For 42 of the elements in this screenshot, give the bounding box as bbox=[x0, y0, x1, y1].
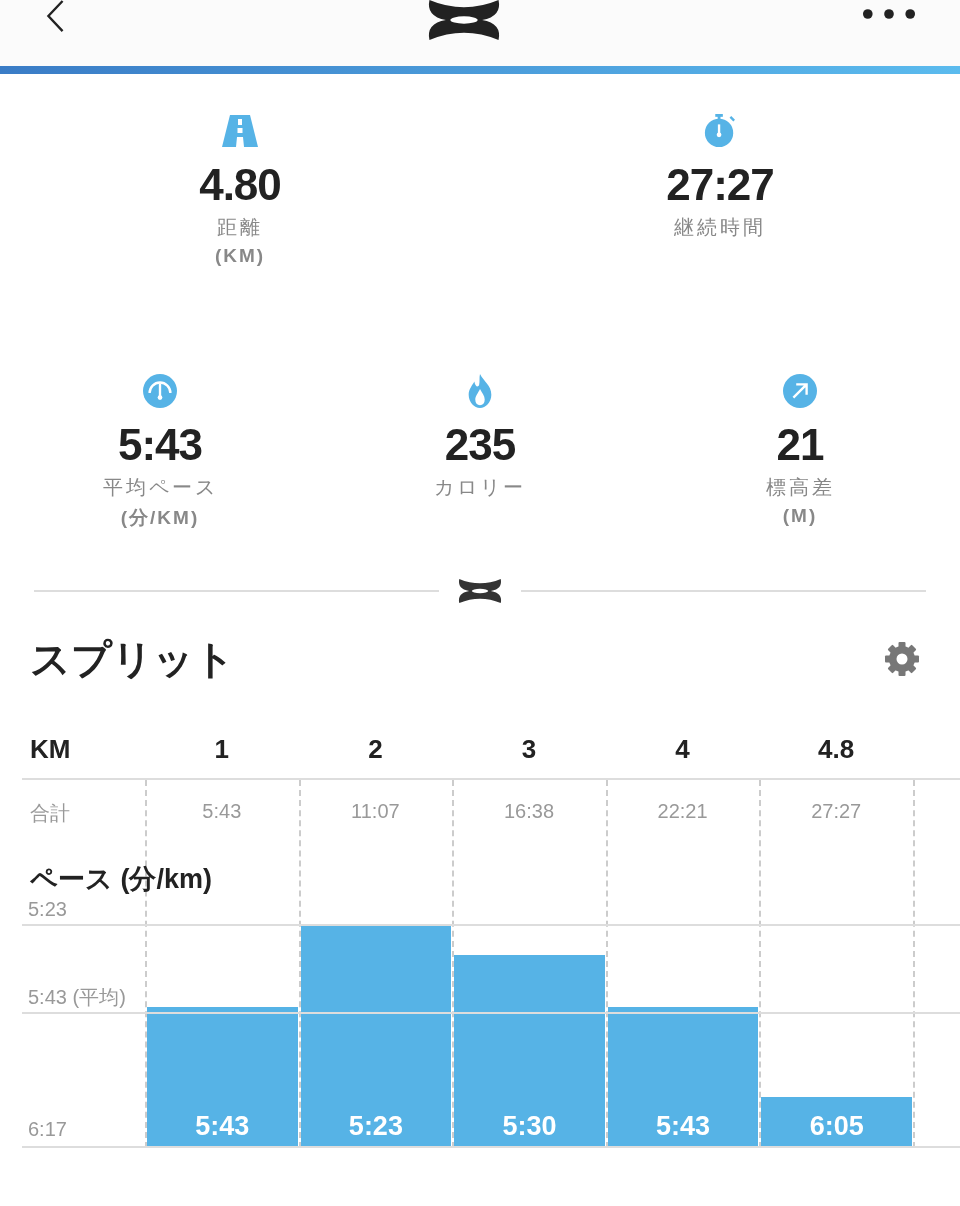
stat-unit: (KM) bbox=[214, 245, 266, 267]
column-header: 4 bbox=[674, 733, 691, 765]
back-icon[interactable] bbox=[44, 0, 66, 34]
settings-icon[interactable] bbox=[884, 641, 920, 677]
axis-label: 6:17 bbox=[28, 1118, 67, 1141]
logo-icon bbox=[457, 579, 503, 603]
road-icon bbox=[222, 114, 258, 148]
chart-title: ペース (分/km) bbox=[30, 864, 212, 894]
table-cell-text: 5:43 bbox=[201, 800, 243, 824]
stat-label: 距離 bbox=[217, 215, 263, 240]
stat-label: 継続時間 bbox=[674, 215, 766, 240]
section-title: スプリット bbox=[30, 635, 235, 683]
column-header: 4.8 bbox=[817, 733, 856, 765]
column-header: 1 bbox=[213, 733, 231, 765]
table-cell-text: 11:07 bbox=[350, 800, 401, 824]
table-cell-text: 27:27 bbox=[810, 800, 863, 824]
table-cell-text: 16:38 bbox=[502, 800, 555, 824]
column-header: 3 bbox=[520, 733, 538, 765]
bar-value: 6:05 bbox=[809, 1111, 864, 1143]
stat-label: カロリー bbox=[434, 475, 526, 500]
axis-label: 5:43 (平均) bbox=[28, 985, 126, 1010]
bar-value: 5:30 bbox=[502, 1111, 557, 1143]
table-cell-text: 22:21 bbox=[656, 800, 709, 824]
bar-value: 5:23 bbox=[348, 1111, 403, 1143]
row-label: 合計 bbox=[29, 801, 71, 826]
column-header: 2 bbox=[367, 733, 384, 765]
stat-value: 5:43 bbox=[117, 420, 203, 470]
bar-value: 5:43 bbox=[195, 1111, 250, 1143]
stat-unit: (M) bbox=[782, 505, 818, 527]
stat-value: 4.80 bbox=[199, 160, 281, 210]
stat-value: 27:27 bbox=[666, 160, 774, 210]
stat-label: 標高差 bbox=[765, 475, 835, 500]
more-icon[interactable] bbox=[862, 8, 916, 20]
axis-label: 5:23 bbox=[28, 898, 67, 921]
stat-unit: (分/KM) bbox=[120, 506, 200, 530]
stopwatch-icon bbox=[702, 114, 738, 148]
stat-label: 平均ペース bbox=[102, 475, 218, 500]
stat-value: 21 bbox=[776, 420, 824, 470]
bar-value: 5:43 bbox=[656, 1111, 711, 1143]
column-header: KM bbox=[29, 733, 72, 765]
gauge-icon bbox=[142, 374, 178, 408]
stat-value: 235 bbox=[444, 420, 516, 470]
